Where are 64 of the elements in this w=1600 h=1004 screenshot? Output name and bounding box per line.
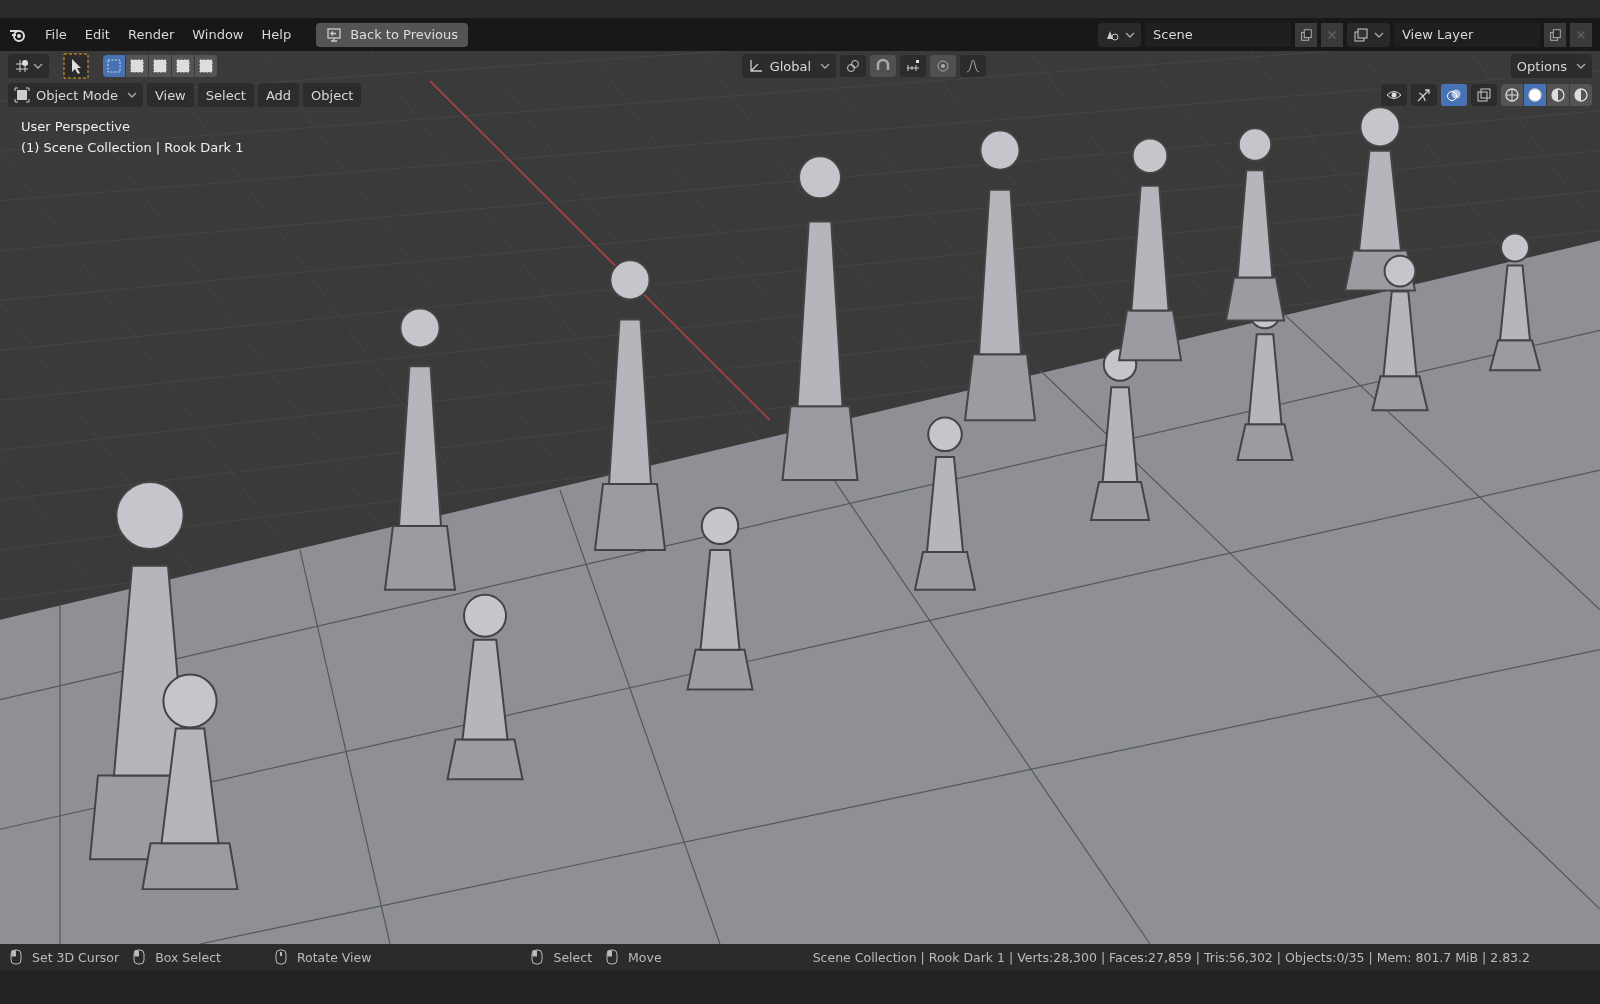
mouse-left-icon bbox=[10, 949, 22, 965]
pivot-icon bbox=[14, 58, 30, 74]
menu-item[interactable]: Help bbox=[254, 27, 299, 42]
magnet-icon[interactable] bbox=[870, 55, 897, 77]
options-dropdown[interactable]: Options bbox=[1510, 54, 1592, 78]
mouse-middle-icon bbox=[274, 949, 287, 965]
menu-item[interactable]: File bbox=[38, 27, 74, 42]
menu-item[interactable]: Edit bbox=[77, 27, 117, 42]
axes-icon bbox=[747, 58, 764, 74]
status-hint: Select bbox=[553, 949, 593, 965]
status-hint: Move bbox=[628, 949, 662, 965]
close-icon[interactable] bbox=[1321, 22, 1343, 47]
mouse-drag-icon bbox=[133, 949, 146, 965]
scene-field[interactable]: Scene bbox=[1145, 22, 1291, 47]
proportional-edit-icon[interactable] bbox=[930, 55, 957, 77]
scene-statistics: Scene Collection | Rook Dark 1 | Verts:28,300 | Faces:27,859 | Tris:56,302 | Objects:0/35 | Mem: 801.7 MiB | 2.83.2 bbox=[812, 949, 1530, 965]
status-hint: Set 3D Cursor bbox=[32, 949, 120, 965]
layers-icon bbox=[1353, 26, 1369, 43]
close-icon[interactable] bbox=[1570, 22, 1592, 47]
status-hint: Rotate View bbox=[296, 949, 372, 965]
transform-orientation-dropdown[interactable]: Global bbox=[741, 54, 837, 78]
header-menu[interactable]: Object bbox=[303, 83, 362, 107]
shading-mode-button[interactable] bbox=[1547, 84, 1569, 106]
xray-icon[interactable] bbox=[1471, 84, 1497, 106]
view-layer-type-button[interactable] bbox=[1347, 22, 1390, 47]
view-layer-field[interactable]: View Layer bbox=[1394, 22, 1540, 47]
select-cursor-icon[interactable] bbox=[63, 53, 89, 79]
caret-icon bbox=[820, 63, 831, 69]
mouse-drag-icon bbox=[606, 949, 619, 965]
view-name-label: User Perspective bbox=[21, 119, 132, 134]
link-icon[interactable] bbox=[840, 55, 867, 77]
mode-dropdown[interactable]: Object Mode bbox=[8, 83, 143, 107]
copy-icon[interactable] bbox=[1544, 22, 1566, 47]
active-object-label: (1) Scene Collection | Rook Dark 1 bbox=[21, 140, 245, 155]
select-mode-button[interactable] bbox=[195, 55, 217, 77]
gizmo-icon[interactable] bbox=[1411, 84, 1437, 106]
header-menu[interactable]: View bbox=[146, 83, 194, 107]
shading-mode-button[interactable] bbox=[1524, 84, 1546, 106]
shading-mode-button[interactable] bbox=[1570, 84, 1592, 106]
mouse-left-icon bbox=[531, 949, 544, 965]
falloff-curve-icon[interactable] bbox=[960, 55, 987, 77]
select-mode-button[interactable] bbox=[149, 55, 171, 77]
shading-mode-button[interactable] bbox=[1501, 84, 1523, 106]
snap-increment-icon[interactable] bbox=[900, 55, 927, 77]
eye-icon[interactable] bbox=[1381, 84, 1407, 106]
caret-icon bbox=[1576, 63, 1586, 69]
caret-icon bbox=[1374, 31, 1384, 38]
menu-item[interactable]: Window bbox=[185, 27, 251, 42]
caret-icon bbox=[33, 63, 43, 69]
transform-pivot-button[interactable] bbox=[8, 54, 49, 78]
select-mode-button[interactable] bbox=[172, 55, 194, 77]
overlays-toggle-icon[interactable] bbox=[1441, 84, 1467, 106]
caret-icon bbox=[126, 92, 137, 98]
header-menu[interactable]: Select bbox=[197, 83, 254, 107]
scene-type-button[interactable] bbox=[1098, 22, 1141, 47]
caret-icon bbox=[1125, 31, 1135, 38]
copy-icon[interactable] bbox=[1295, 22, 1317, 47]
status-hint: Box Select bbox=[155, 949, 221, 965]
menu-item[interactable]: Render bbox=[120, 27, 182, 42]
header-menu[interactable]: Add bbox=[257, 83, 300, 107]
screen-icon bbox=[326, 26, 343, 43]
select-mode-button[interactable] bbox=[126, 55, 148, 77]
back-to-previous-button[interactable]: Back to Previous bbox=[316, 22, 468, 47]
object-mode-icon bbox=[14, 87, 30, 103]
